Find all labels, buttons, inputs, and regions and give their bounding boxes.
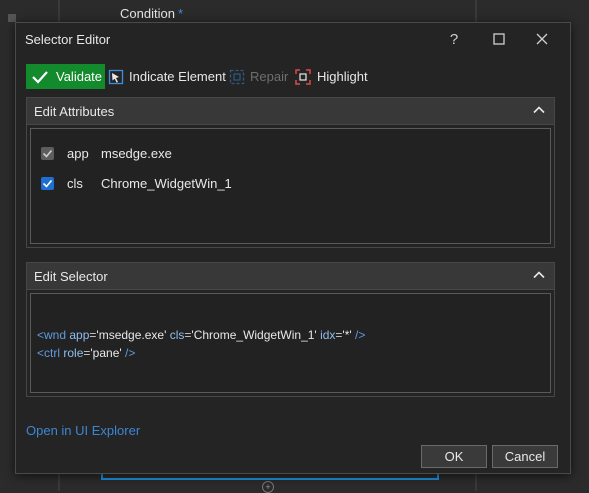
background-icon — [8, 14, 16, 22]
edit-selector-panel: <wnd app='msedge.exe' cls='Chrome_Widget… — [26, 290, 555, 397]
attribute-row: cls Chrome_WidgetWin_1 — [41, 173, 232, 193]
dialog-title: Selector Editor — [25, 32, 111, 47]
repair-label: Repair — [250, 69, 289, 84]
checkmark-icon — [32, 70, 48, 84]
attribute-name: cls — [67, 175, 83, 191]
cancel-button[interactable]: Cancel — [492, 445, 558, 468]
edit-selector-title: Edit Selector — [34, 268, 108, 284]
close-icon — [536, 33, 548, 45]
attribute-name: app — [67, 145, 89, 161]
attributes-list: app msedge.exe cls Chrome_WidgetWin_1 — [30, 128, 551, 244]
edit-attributes-title: Edit Attributes — [34, 103, 115, 119]
close-button[interactable] — [528, 27, 556, 51]
chevron-up-icon[interactable] — [532, 268, 546, 282]
maximize-button[interactable] — [485, 27, 513, 51]
validate-button[interactable]: Validate — [26, 64, 105, 89]
indicate-element-label: Indicate Element — [129, 69, 226, 84]
attribute-value: Chrome_WidgetWin_1 — [101, 175, 232, 191]
required-marker: * — [177, 6, 183, 21]
ok-button[interactable]: OK — [421, 445, 487, 468]
edit-attributes-header[interactable]: Edit Attributes — [26, 97, 555, 125]
app-attribute-checkbox[interactable] — [41, 146, 54, 160]
selector-text-editor[interactable]: <wnd app='msedge.exe' cls='Chrome_Widget… — [30, 293, 551, 393]
edit-attributes-panel: app msedge.exe cls Chrome_WidgetWin_1 — [26, 125, 555, 248]
chevron-up-icon[interactable] — [532, 103, 546, 117]
help-button[interactable]: ? — [440, 27, 468, 51]
highlight-button[interactable]: Highlight — [294, 64, 368, 89]
open-in-ui-explorer-link[interactable]: Open in UI Explorer — [26, 423, 140, 438]
selector-toolbar: Validate Indicate Element Repair Highlig… — [26, 64, 566, 90]
highlight-icon — [294, 68, 312, 86]
attribute-value: msedge.exe — [101, 145, 172, 161]
validate-label: Validate — [56, 69, 103, 84]
indicate-element-button[interactable]: Indicate Element — [108, 64, 226, 89]
indicate-cursor-icon — [108, 69, 124, 85]
highlight-label: Highlight — [317, 69, 368, 84]
selector-code[interactable]: <wnd app='msedge.exe' cls='Chrome_Widget… — [37, 326, 365, 362]
repair-button[interactable]: Repair — [229, 64, 288, 89]
maximize-icon — [493, 33, 505, 45]
attribute-row: app msedge.exe — [41, 143, 172, 163]
selector-editor-dialog: Selector Editor ? Validate Indicate Elem… — [15, 22, 571, 474]
cls-attribute-checkbox[interactable] — [41, 176, 54, 190]
repair-icon — [229, 69, 245, 85]
add-activity-icon[interactable]: + — [262, 481, 274, 493]
background-condition-label: Condition * — [120, 6, 183, 21]
edit-selector-header[interactable]: Edit Selector — [26, 262, 555, 290]
dialog-titlebar[interactable]: Selector Editor ? — [16, 23, 570, 55]
